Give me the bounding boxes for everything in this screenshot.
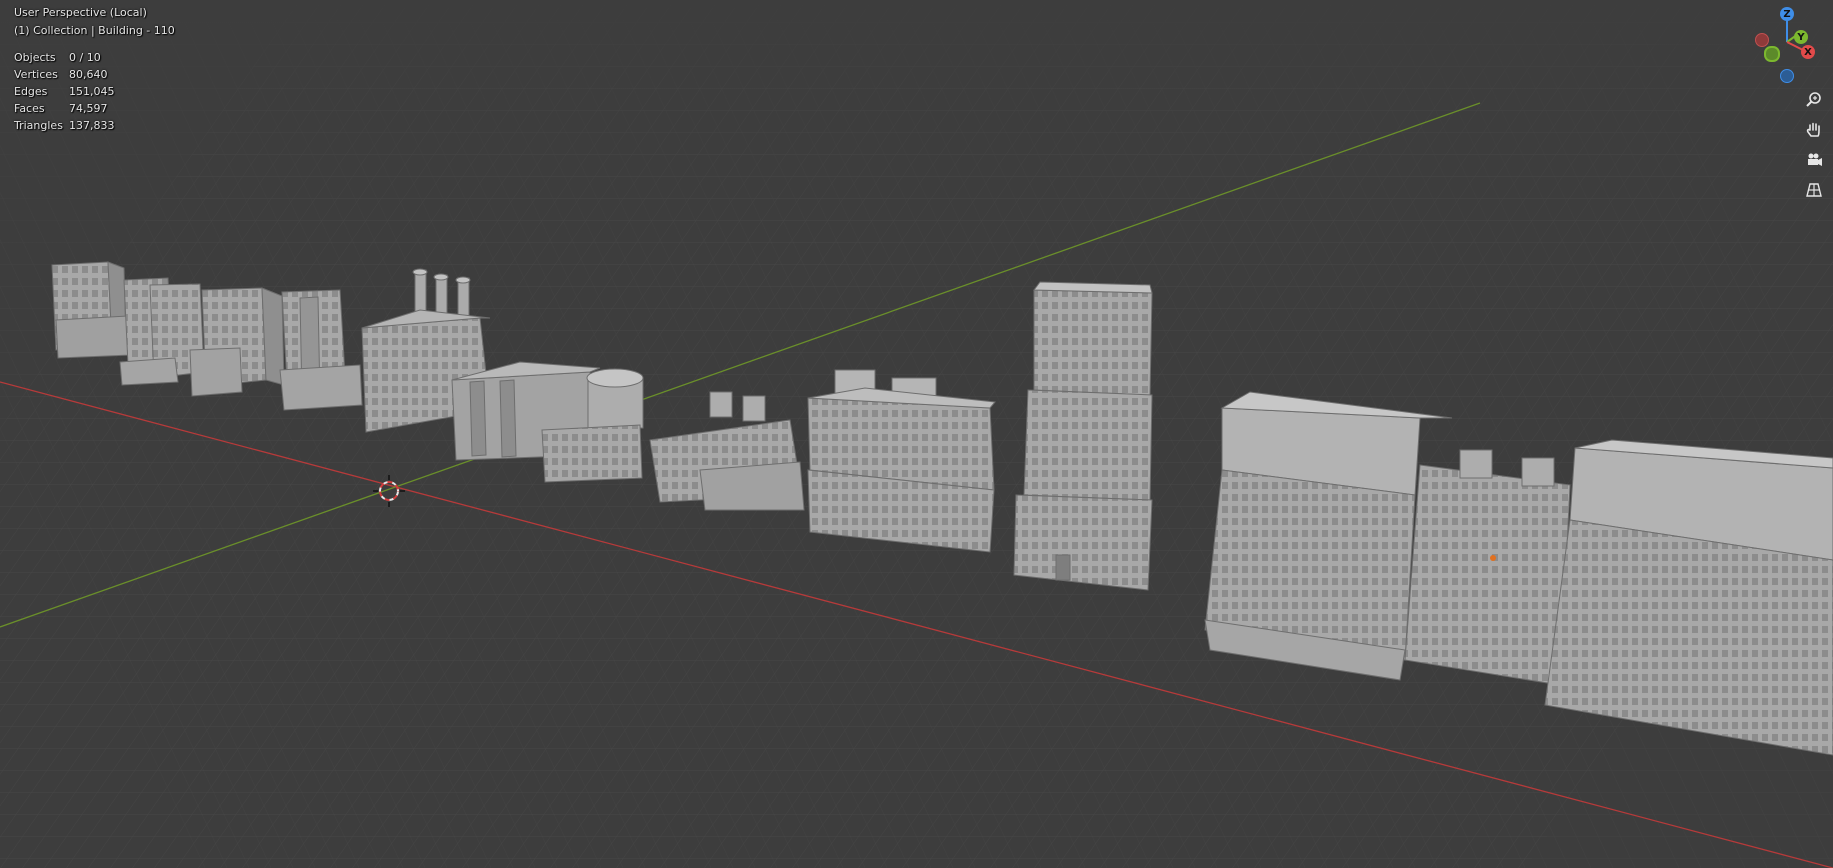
building-model xyxy=(1013,281,1153,591)
camera-icon xyxy=(1808,153,1822,166)
gizmo-neg-y-axis[interactable] xyxy=(1764,46,1780,62)
stat-label: Faces xyxy=(14,102,45,115)
building-model xyxy=(189,287,285,397)
stat-row-objects: Objects 0 / 10 xyxy=(14,51,115,68)
gizmo-neg-z-axis[interactable] xyxy=(1780,69,1794,83)
stat-row-faces: Faces 74,597 xyxy=(14,102,115,119)
stat-label: Edges xyxy=(14,85,48,98)
view-perspective-label: User Perspective (Local) xyxy=(14,6,147,19)
gizmo-neg-x-axis[interactable] xyxy=(1755,33,1769,47)
camera-view-button[interactable] xyxy=(1802,148,1826,172)
zoom-icon xyxy=(1806,92,1821,107)
zoom-button[interactable] xyxy=(1802,88,1826,112)
gizmo-y-axis[interactable]: Y xyxy=(1794,30,1808,44)
navigation-gizmo[interactable]: Z Y X xyxy=(1745,6,1815,86)
stat-label: Vertices xyxy=(14,68,58,81)
stat-value: 80,640 xyxy=(69,68,108,81)
stat-row-vertices: Vertices 80,640 xyxy=(14,68,115,85)
stat-value: 74,597 xyxy=(69,102,108,115)
toggle-perspective-button[interactable] xyxy=(1802,178,1826,202)
stat-value: 151,045 xyxy=(69,85,115,98)
gizmo-z-axis[interactable]: Z xyxy=(1780,7,1794,21)
active-collection-label: (1) Collection | Building - 110 xyxy=(14,24,175,37)
stat-value: 0 / 10 xyxy=(69,51,101,64)
pan-button[interactable] xyxy=(1802,118,1826,142)
building-model xyxy=(51,261,131,359)
stat-label: Triangles xyxy=(14,119,63,132)
scene-statistics: Objects 0 / 10 Vertices 80,640 Edges 151,04… xyxy=(14,51,115,136)
stat-label: Objects xyxy=(14,51,56,64)
gizmo-x-axis[interactable]: X xyxy=(1801,45,1815,59)
stat-value: 137,833 xyxy=(69,119,115,132)
pan-hand-icon xyxy=(1806,122,1820,137)
perspective-grid-icon xyxy=(1806,183,1822,197)
stat-row-edges: Edges 151,045 xyxy=(14,85,115,102)
viewport-3d[interactable] xyxy=(0,0,1833,868)
stat-row-triangles: Triangles 137,833 xyxy=(14,119,115,136)
